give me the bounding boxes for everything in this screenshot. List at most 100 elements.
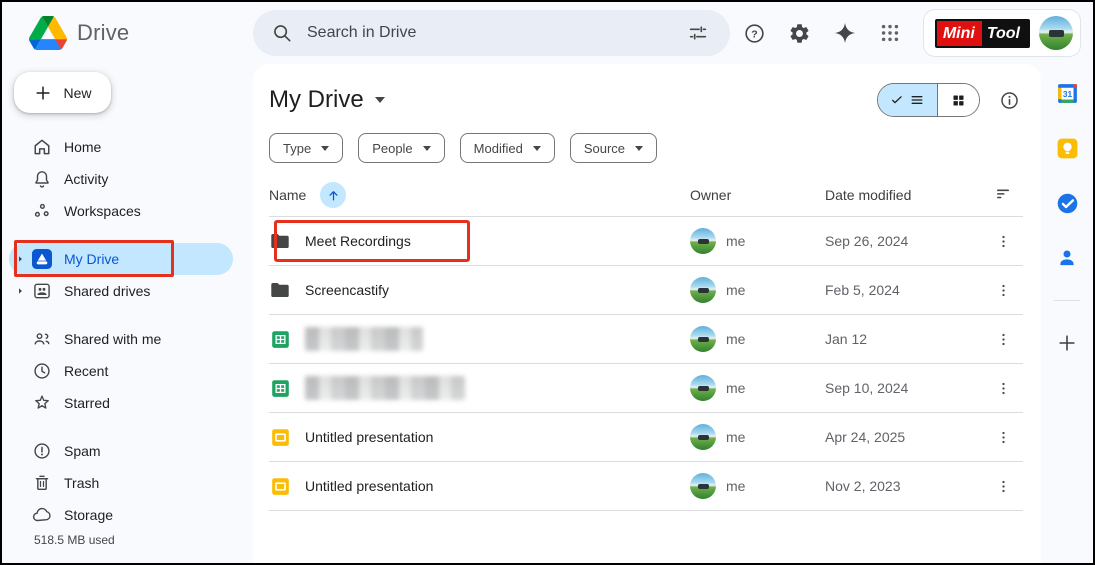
table-row-untitled-presentation-1[interactable]: Untitled presentation me Apr 24, 2025	[269, 413, 1023, 462]
help-button[interactable]: ?	[735, 13, 775, 53]
sidebar: New Home Activity Workspaces My Drive Sh…	[2, 64, 253, 563]
table-row-spreadsheet-redacted[interactable]: me Jan 12	[269, 315, 1023, 364]
sidebar-item-spam[interactable]: Spam	[9, 435, 233, 467]
home-icon	[32, 137, 52, 157]
arrow-up-icon	[329, 190, 338, 200]
sidebar-item-recent[interactable]: Recent	[9, 355, 233, 387]
drive-logo-icon	[29, 16, 67, 50]
google-tasks-icon[interactable]	[1054, 190, 1080, 216]
google-calendar-icon[interactable]: 31	[1054, 80, 1080, 106]
list-view-icon	[911, 96, 923, 104]
check-icon	[891, 96, 902, 104]
spam-icon	[32, 441, 52, 461]
google-slides-icon	[269, 426, 291, 448]
sidebar-section-shared: Shared with me Recent Starred	[2, 323, 253, 419]
sidebar-item-home[interactable]: Home	[9, 131, 233, 163]
chevron-down-icon	[532, 145, 541, 151]
search-bar[interactable]: Search in Drive	[253, 10, 730, 56]
table-header: Name Owner Date modified	[269, 174, 1023, 217]
more-options-kebab-icon[interactable]	[988, 226, 1018, 256]
redacted-file-name	[305, 376, 465, 400]
sidebar-item-shared-drives[interactable]: Shared drives	[9, 275, 233, 307]
main-content-card: My Drive Type People Modified Source Nam…	[253, 64, 1041, 563]
google-keep-icon[interactable]	[1054, 135, 1080, 161]
sidebar-section-drives: My Drive Shared drives	[2, 240, 253, 307]
account-avatar[interactable]	[1039, 16, 1073, 50]
owner-avatar	[690, 375, 716, 401]
filter-chip-source[interactable]: Source	[569, 133, 658, 163]
side-panel-rail: 31	[1041, 64, 1093, 563]
more-options-kebab-icon[interactable]	[988, 422, 1018, 452]
account-chip[interactable]: Mini Tool	[922, 9, 1081, 57]
table-row-spreadsheet-redacted[interactable]: me Sep 10, 2024	[269, 364, 1023, 413]
sidebar-item-starred[interactable]: Starred	[9, 387, 233, 419]
sort-options-icon[interactable]	[994, 185, 1012, 206]
owner-avatar	[690, 326, 716, 352]
chevron-down-icon	[374, 97, 385, 103]
search-options-icon[interactable]	[682, 17, 714, 49]
gemini-sparkle-button[interactable]	[825, 13, 865, 53]
workspaces-icon	[32, 201, 52, 221]
drive-brand[interactable]: Drive	[2, 16, 253, 50]
more-options-kebab-icon[interactable]	[988, 373, 1018, 403]
filter-chip-type[interactable]: Type	[269, 133, 344, 163]
sidebar-item-shared-with-me[interactable]: Shared with me	[9, 323, 233, 355]
more-options-kebab-icon[interactable]	[988, 275, 1018, 305]
get-add-ons-plus-button[interactable]	[1054, 330, 1080, 356]
column-header-name[interactable]: Name	[269, 187, 306, 203]
rail-divider	[1054, 300, 1080, 301]
more-options-kebab-icon[interactable]	[988, 471, 1018, 501]
google-drive-window: Drive Search in Drive ? Mini Tool New Ho…	[0, 0, 1095, 565]
chevron-down-icon	[321, 145, 330, 151]
grid-view-button[interactable]	[938, 84, 979, 116]
topbar-actions: ? Mini Tool	[730, 9, 1093, 57]
chevron-down-icon	[635, 145, 644, 151]
sidebar-item-workspaces[interactable]: Workspaces	[9, 195, 233, 227]
clock-icon	[32, 361, 52, 381]
sidebar-item-activity[interactable]: Activity	[9, 163, 233, 195]
table-row-untitled-presentation-2[interactable]: Untitled presentation me Nov 2, 2023	[269, 462, 1023, 511]
star-icon	[32, 393, 52, 413]
storage-used-label: 518.5 MB used	[34, 533, 115, 547]
google-contacts-icon[interactable]	[1054, 245, 1080, 271]
trash-icon	[32, 473, 52, 493]
cloud-icon	[32, 505, 52, 525]
more-options-kebab-icon[interactable]	[988, 324, 1018, 354]
bell-icon	[32, 169, 52, 189]
search-icon	[271, 22, 293, 44]
settings-gear-button[interactable]	[780, 13, 820, 53]
google-slides-icon	[269, 475, 291, 497]
svg-text:?: ?	[752, 28, 758, 40]
search-input[interactable]: Search in Drive	[307, 24, 668, 42]
column-header-owner[interactable]: Owner	[690, 187, 731, 203]
chevron-right-icon[interactable]	[16, 255, 25, 264]
plus-icon	[33, 83, 53, 103]
svg-text:31: 31	[1062, 89, 1072, 99]
sort-ascending-button[interactable]	[320, 182, 347, 208]
folder-icon	[269, 230, 291, 252]
sidebar-item-storage[interactable]: Storage	[9, 499, 233, 531]
owner-avatar	[690, 424, 716, 450]
sidebar-item-trash[interactable]: Trash	[9, 467, 233, 499]
table-row-screencastify[interactable]: Screencastify me Feb 5, 2024	[269, 266, 1023, 315]
sidebar-section-storage: Spam Trash Storage 518.5 MB used	[2, 435, 253, 547]
filter-chip-people[interactable]: People	[358, 133, 445, 163]
column-header-date-modified[interactable]: Date modified	[825, 187, 911, 203]
google-apps-grid-button[interactable]	[870, 13, 910, 53]
sidebar-section-top: Home Activity Workspaces	[2, 131, 253, 227]
shared-drives-icon	[32, 281, 52, 301]
list-view-button-selected[interactable]	[878, 84, 938, 116]
table-row-meet-recordings[interactable]: Meet Recordings me Sep 26, 2024	[269, 217, 1023, 266]
details-info-button[interactable]	[995, 86, 1023, 114]
google-sheets-icon	[269, 328, 291, 350]
filter-chip-modified[interactable]: Modified	[459, 133, 555, 163]
view-toggle[interactable]	[877, 83, 980, 117]
page-title-my-drive[interactable]: My Drive	[269, 86, 385, 114]
sidebar-item-my-drive[interactable]: My Drive	[9, 240, 233, 277]
folder-icon	[269, 279, 291, 301]
grid-view-icon	[953, 95, 964, 105]
app-title: Drive	[77, 20, 130, 45]
chevron-right-icon[interactable]	[16, 287, 25, 296]
new-button[interactable]: New	[14, 72, 111, 113]
my-drive-icon	[32, 249, 52, 269]
